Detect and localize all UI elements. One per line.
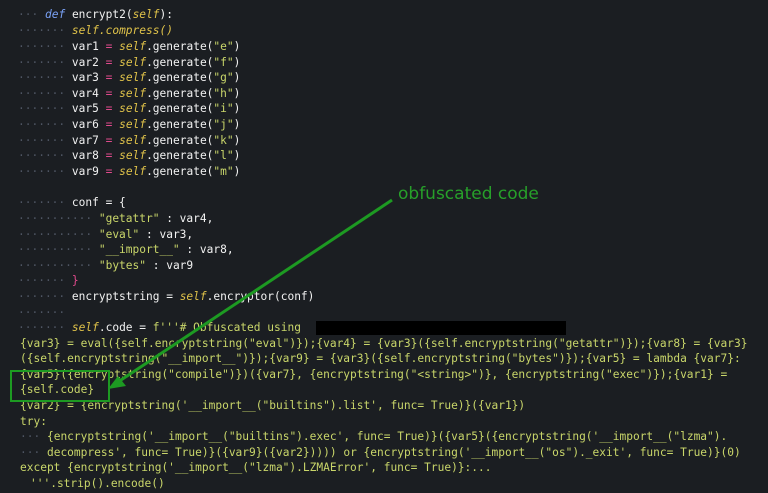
annotation-arrow-icon xyxy=(108,198,393,389)
annotation-label: obfuscated code xyxy=(398,184,539,204)
